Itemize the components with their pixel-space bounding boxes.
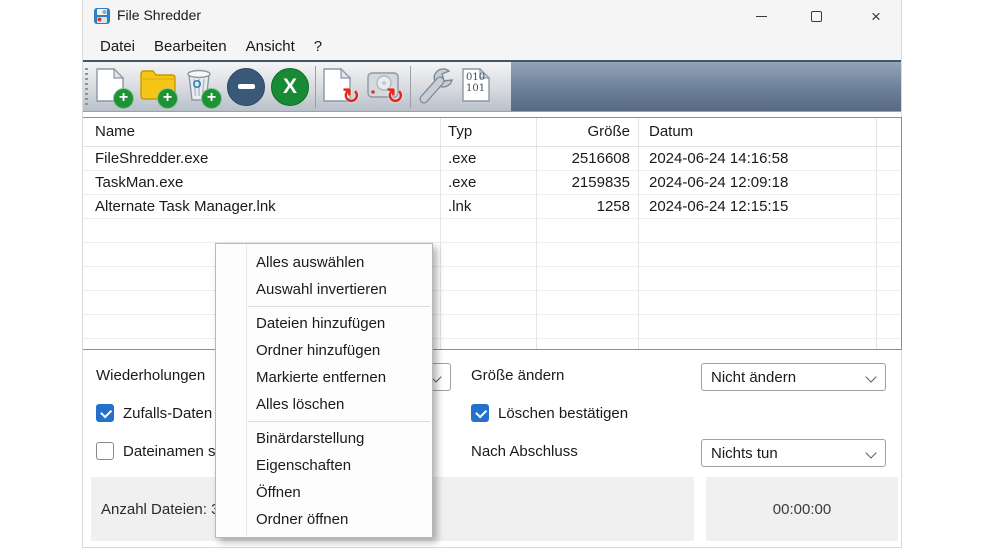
filenames-label: Dateinamen s bbox=[123, 443, 216, 460]
toolbar: + + + X ↻ ↻ 010 101 bbox=[83, 60, 901, 112]
close-icon: × bbox=[871, 6, 881, 26]
chevron-down-icon bbox=[865, 371, 877, 383]
table-header: Name Typ Größe Datum bbox=[83, 118, 901, 147]
filenames-checkbox[interactable] bbox=[96, 442, 114, 460]
app-window: File Shredder × Datei Bearbeiten Ansicht… bbox=[82, 0, 902, 548]
resize-label: Größe ändern bbox=[471, 367, 565, 384]
menu-item-remove-marked[interactable]: Markierte entfernen bbox=[216, 364, 432, 391]
context-menu: Alles auswählen Auswahl invertieren Date… bbox=[215, 243, 433, 538]
menu-separator bbox=[248, 306, 430, 307]
menu-bearbeiten[interactable]: Bearbeiten bbox=[154, 38, 227, 55]
after-combobox[interactable]: Nichts tun bbox=[701, 439, 886, 467]
menu-hilfe[interactable]: ? bbox=[314, 38, 322, 55]
menu-item-binary-view[interactable]: Binärdarstellung bbox=[216, 425, 432, 452]
clear-list-button[interactable]: X bbox=[268, 63, 312, 111]
menu-item-add-files[interactable]: Dateien hinzufügen bbox=[216, 310, 432, 337]
menu-item-open-folder[interactable]: Ordner öffnen bbox=[216, 506, 432, 533]
options-row-2: Zufalls-Daten Löschen bestätigen bbox=[83, 401, 901, 429]
toolbar-grip[interactable] bbox=[85, 68, 88, 106]
toolbar-separator bbox=[410, 65, 411, 108]
binary-text: 010 101 bbox=[466, 71, 486, 94]
header-typ[interactable]: Typ bbox=[448, 123, 472, 140]
wrench-icon bbox=[416, 67, 456, 107]
shred-refresh-icon: ↻ bbox=[386, 84, 404, 108]
table-row[interactable]: Alternate Task Manager.lnk .lnk 1258 202… bbox=[83, 195, 901, 219]
close-button[interactable]: × bbox=[859, 2, 893, 30]
table-row-empty[interactable] bbox=[83, 315, 901, 339]
table-row[interactable]: TaskMan.exe .exe 2159835 2024-06-24 12:0… bbox=[83, 171, 901, 195]
table-row-empty[interactable] bbox=[83, 267, 901, 291]
plus-icon: + bbox=[157, 87, 178, 109]
file-count-text: Anzahl Dateien: 3 bbox=[101, 501, 220, 518]
confirm-delete-label: Löschen bestätigen bbox=[498, 405, 629, 422]
resize-combobox[interactable]: Nicht ändern bbox=[701, 363, 886, 391]
shred-refresh-icon: ↻ bbox=[342, 84, 360, 108]
screenshot-canvas: File Shredder × Datei Bearbeiten Ansicht… bbox=[0, 0, 987, 555]
maximize-button[interactable] bbox=[799, 2, 833, 30]
menu-item-delete-all[interactable]: Alles löschen bbox=[216, 391, 432, 418]
shred-files-button[interactable]: ↻ bbox=[319, 63, 363, 111]
table-row-empty[interactable] bbox=[83, 291, 901, 315]
options-panel: Wiederholungen Größe ändern Nicht ändern… bbox=[83, 350, 901, 477]
header-name[interactable]: Name bbox=[95, 123, 135, 140]
plus-icon: + bbox=[113, 87, 134, 109]
random-data-label: Zufalls-Daten bbox=[123, 405, 213, 422]
timer-panel: 00:00:00 bbox=[706, 477, 898, 541]
add-folder-button[interactable]: + bbox=[136, 63, 180, 111]
binary-view-button[interactable]: 010 101 bbox=[458, 63, 502, 111]
table-row[interactable]: FileShredder.exe .exe 2516608 2024-06-24… bbox=[83, 147, 901, 171]
shred-free-space-button[interactable]: ↻ bbox=[363, 63, 407, 111]
menu-item-add-folder[interactable]: Ordner hinzufügen bbox=[216, 337, 432, 364]
menu-item-select-all[interactable]: Alles auswählen bbox=[216, 249, 432, 276]
repeats-label: Wiederholungen bbox=[96, 367, 206, 384]
toolbar-button-strip: + + + X ↻ ↻ 010 101 bbox=[83, 62, 511, 111]
table-row-empty[interactable] bbox=[83, 243, 901, 267]
toolbar-separator bbox=[315, 65, 316, 108]
x-circle-icon: X bbox=[271, 67, 309, 106]
random-data-checkbox[interactable] bbox=[96, 404, 114, 422]
timer-text: 00:00:00 bbox=[772, 500, 832, 518]
menu-ansicht[interactable]: Ansicht bbox=[246, 38, 295, 55]
menu-datei[interactable]: Datei bbox=[100, 38, 135, 55]
remove-selected-button[interactable] bbox=[224, 63, 268, 111]
options-row-3: Dateinamen s Nach Abschluss Nichts tun bbox=[83, 439, 901, 467]
after-label: Nach Abschluss bbox=[471, 443, 578, 460]
menubar: Datei Bearbeiten Ansicht ? bbox=[83, 32, 901, 60]
add-files-button[interactable]: + bbox=[92, 63, 136, 111]
confirm-delete-checkbox[interactable] bbox=[471, 404, 489, 422]
file-list: Name Typ Größe Datum FileShredder.exe .e… bbox=[83, 117, 902, 350]
table-row-empty[interactable] bbox=[83, 219, 901, 243]
settings-button[interactable] bbox=[414, 63, 458, 111]
menu-separator bbox=[248, 421, 430, 422]
plus-icon: + bbox=[201, 87, 222, 109]
minimize-icon bbox=[755, 15, 767, 17]
minimize-button[interactable] bbox=[744, 2, 778, 30]
minus-circle-icon bbox=[227, 67, 265, 106]
table-header-underline bbox=[83, 118, 901, 147]
menu-item-open[interactable]: Öffnen bbox=[216, 479, 432, 506]
options-row-1: Wiederholungen Größe ändern Nicht ändern bbox=[83, 363, 901, 391]
header-datum[interactable]: Datum bbox=[649, 123, 693, 140]
app-icon bbox=[93, 7, 111, 25]
window-title: File Shredder bbox=[117, 7, 202, 23]
maximize-icon bbox=[810, 10, 822, 22]
header-groesse[interactable]: Größe bbox=[528, 123, 630, 140]
menu-item-properties[interactable]: Eigenschaften bbox=[216, 452, 432, 479]
titlebar: File Shredder × bbox=[83, 0, 901, 32]
add-recycle-bin-button[interactable]: + bbox=[180, 63, 224, 111]
chevron-down-icon bbox=[865, 447, 877, 459]
menu-item-invert-selection[interactable]: Auswahl invertieren bbox=[216, 276, 432, 303]
